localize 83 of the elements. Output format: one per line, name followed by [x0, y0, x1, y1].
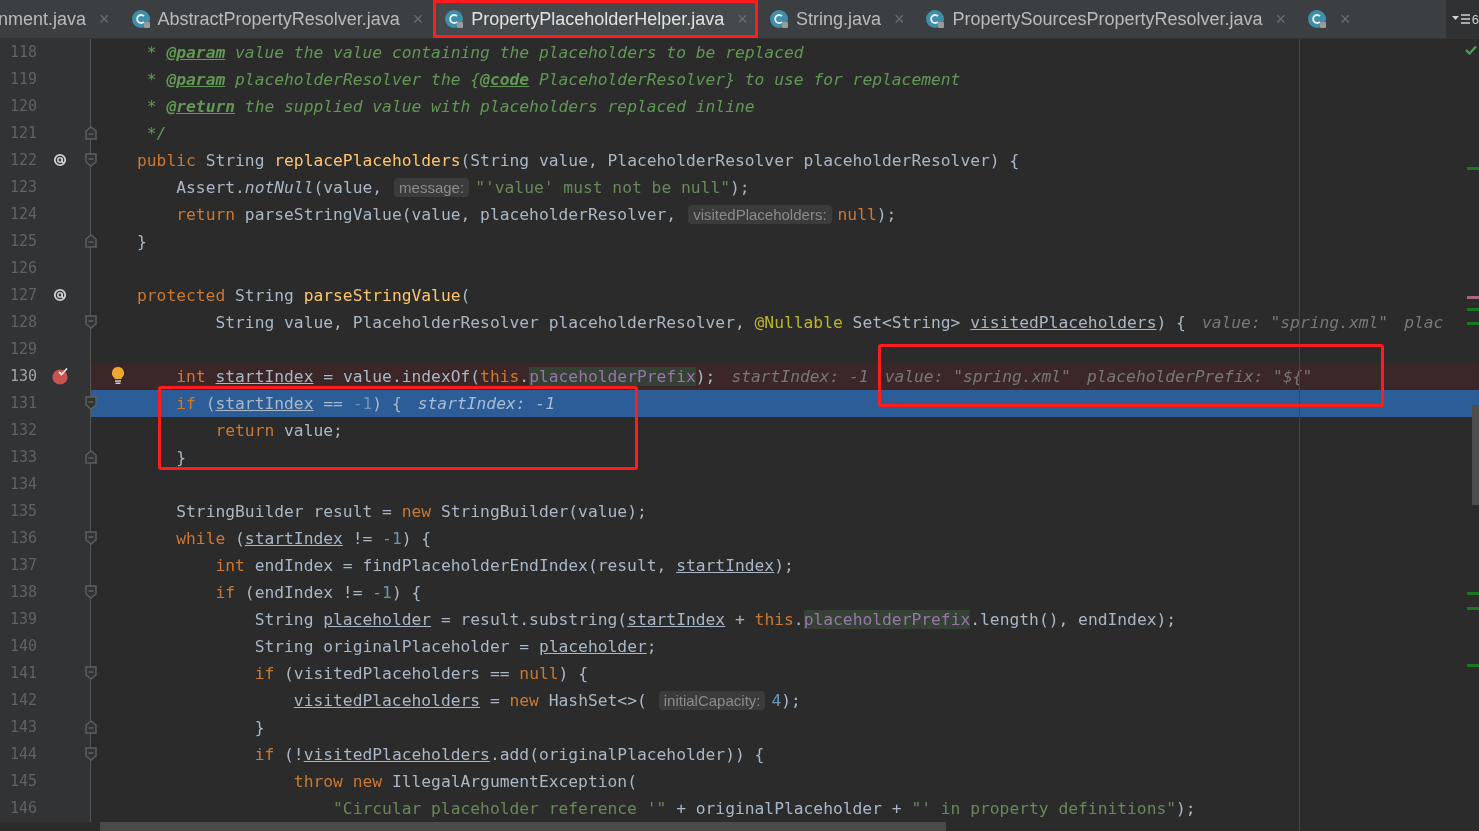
fold-marker-icon[interactable]: [85, 666, 97, 680]
tab-overflow-button[interactable]: 6: [1445, 0, 1479, 38]
close-tab-button[interactable]: ×: [737, 8, 748, 30]
code-text: "'value' must not be null");: [475, 178, 750, 197]
inline-debug-value: value: "spring.xml": [1201, 313, 1389, 332]
code-text: Assert.notNull(value,: [176, 178, 383, 197]
close-tab-button[interactable]: ×: [1275, 8, 1287, 30]
code-text: return value;: [215, 421, 343, 440]
editor-tab[interactable]: PropertySourcesPropertyResolver.java ×: [914, 0, 1297, 38]
code-text: String value, PlaceholderResolver placeholderResolver, @Nullable Set<String> visitedPlaceholders) {: [215, 313, 1186, 332]
change-marker[interactable]: [1467, 592, 1479, 595]
java-class-icon: [768, 9, 789, 29]
code-text: }: [176, 448, 187, 467]
close-tab-button[interactable]: ×: [412, 8, 424, 30]
code-text: String placeholder = result.substring(startIndex + this.placeholderPrefix.length(), endIndex);: [254, 610, 1177, 629]
change-marker[interactable]: [1467, 167, 1479, 170]
code-text: if (!visitedPlaceholders.add(originalPlaceholder)) {: [254, 745, 765, 764]
fold-marker-icon[interactable]: [85, 531, 97, 545]
code-text: int endIndex = findPlaceholderEndIndex(result, startIndex);: [215, 556, 794, 575]
inline-debug-value: placeholderPrefix: "${": [1086, 367, 1313, 386]
line-number: 130: [8, 367, 37, 385]
fold-marker-icon[interactable]: [85, 396, 97, 410]
code-text: if (startIndex == -1) {: [176, 394, 402, 413]
fold-marker-icon[interactable]: [85, 126, 97, 140]
inline-debug-value: plac: [1404, 313, 1444, 332]
editor-tab[interactable]: PropertyPlaceholderHelper.java ×: [433, 0, 758, 38]
parameter-hint: message:: [394, 178, 470, 197]
code-text: throw new IllegalArgumentException(: [293, 772, 637, 791]
lightbulb-icon[interactable]: [110, 366, 126, 385]
fold-marker-icon[interactable]: [85, 450, 97, 464]
horizontal-scrollbar-thumb[interactable]: [100, 822, 946, 831]
fold-marker-icon[interactable]: [85, 234, 97, 248]
code-text: * @param value the value containing the placeholders to be replaced: [146, 43, 804, 62]
parameter-hint: visitedPlaceholders:: [688, 205, 832, 224]
code-text: 4);: [771, 691, 801, 710]
code-text: StringBuilder result = new StringBuilder(value);: [176, 502, 647, 521]
java-class-icon: [444, 9, 465, 29]
check-icon: [1465, 45, 1477, 55]
list-icon: [1451, 13, 1470, 25]
code-text: String originalPlaceholder = placeholder;: [254, 637, 657, 656]
code-text: int startIndex = value.indexOf(this.placeholderPrefix);: [176, 367, 716, 386]
code-text: "Circular placeholder reference '" + originalPlaceholder + "' in property definitions");: [333, 799, 1196, 818]
inline-debug-value: startIndex: -1: [731, 367, 869, 386]
code-text: * @param placeholderResolver the {@code PlaceholderResolver} to use for replacement: [146, 70, 961, 89]
java-class-icon: [130, 9, 151, 29]
code-text: }: [254, 718, 265, 737]
override-icon[interactable]: [52, 287, 68, 303]
change-marker[interactable]: [1467, 322, 1479, 325]
editor-tab[interactable]: ×: [1296, 0, 1361, 38]
code-text: */: [146, 124, 167, 143]
code-text: if (endIndex != -1) {: [215, 583, 422, 602]
fold-marker-icon[interactable]: [85, 585, 97, 599]
change-marker[interactable]: [1467, 308, 1479, 311]
inline-debug-value: value: "spring.xml": [884, 367, 1071, 386]
code-text: public String replacePlaceholders(String value, PlaceholderResolver placeholderResolver) {: [137, 151, 1020, 170]
java-class-icon: [925, 9, 946, 29]
breakpoint-icon[interactable]: [52, 367, 69, 385]
java-class-icon: [1307, 9, 1328, 29]
close-tab-button[interactable]: ×: [99, 8, 110, 30]
code-text: protected String parseStringValue(: [137, 286, 471, 305]
code-text: while (startIndex != -1) {: [176, 529, 432, 548]
code-text: if (visitedPlaceholders == null) {: [254, 664, 588, 683]
change-marker[interactable]: [1467, 607, 1479, 610]
close-tab-button[interactable]: ×: [1340, 8, 1351, 30]
code-text: * @return the supplied value with placeholders replaced inline: [146, 97, 755, 116]
code-text: }: [137, 232, 147, 251]
override-icon[interactable]: [52, 152, 68, 168]
change-marker[interactable]: [1467, 664, 1479, 667]
vertical-scrollbar-thumb[interactable]: [1472, 405, 1479, 505]
editor-tab[interactable]: AbstractPropertyResolver.java ×: [119, 0, 434, 38]
change-marker[interactable]: [1467, 296, 1479, 299]
code-text: visitedPlaceholders = new HashSet<>(: [293, 691, 647, 710]
fold-marker-icon[interactable]: [85, 720, 97, 734]
editor-tab[interactable]: nment.java ×: [0, 0, 120, 38]
inline-debug-value: startIndex: -1: [417, 394, 555, 413]
code-text: null);: [837, 205, 897, 224]
close-tab-button[interactable]: ×: [893, 8, 905, 30]
editor-tab[interactable]: String.java ×: [757, 0, 915, 38]
parameter-hint: initialCapacity:: [658, 691, 766, 710]
fold-marker-icon[interactable]: [85, 747, 97, 761]
code-text: return parseStringValue(value, placeholderResolver,: [176, 205, 677, 224]
fold-marker-icon[interactable]: [85, 153, 97, 167]
fold-marker-icon[interactable]: [85, 315, 97, 329]
